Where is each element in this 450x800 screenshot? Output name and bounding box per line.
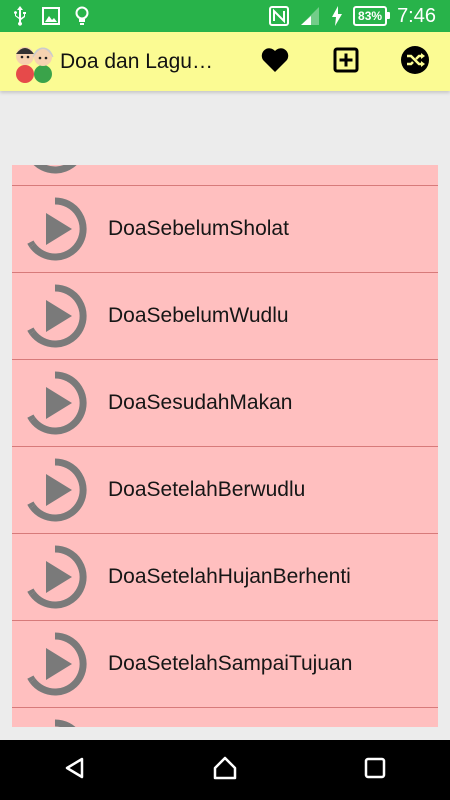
navigation-bar xyxy=(0,740,450,800)
app-title: Doa dan Lagu… xyxy=(60,49,213,73)
list-item[interactable]: DoaSesudahMakan xyxy=(12,360,438,447)
add-button[interactable] xyxy=(324,40,368,84)
app-bar: Doa dan Lagu… xyxy=(0,32,450,91)
recents-button[interactable] xyxy=(345,740,405,800)
home-button[interactable] xyxy=(195,740,255,800)
image-icon xyxy=(42,7,60,25)
status-clock: 7:46 xyxy=(397,4,436,27)
status-bar: 83% 7:46 xyxy=(0,0,450,32)
play-circle-icon xyxy=(22,544,88,610)
app-logo xyxy=(14,40,54,84)
back-icon xyxy=(63,756,87,785)
back-button[interactable] xyxy=(45,740,105,800)
favorites-button[interactable] xyxy=(253,40,297,84)
add-box-icon xyxy=(333,47,359,78)
charging-icon xyxy=(331,6,343,26)
list-item-label: DoaSesudahMakan xyxy=(108,391,293,414)
recents-icon xyxy=(364,757,386,784)
list-item[interactable] xyxy=(12,165,438,186)
list-item-label: DoaSebelumSholat xyxy=(108,217,289,240)
list-item[interactable]: DoaSebelumSholat xyxy=(12,186,438,273)
shuffle-icon xyxy=(400,45,430,80)
play-circle-icon xyxy=(22,631,88,697)
play-circle-icon xyxy=(22,370,88,436)
list-item[interactable]: DoaSetelahBerwudlu xyxy=(12,447,438,534)
notification-icons xyxy=(0,6,90,26)
play-circle-icon xyxy=(22,283,88,349)
list-item-label: DoaSebelumWudlu xyxy=(108,304,289,327)
list-item-label: DoaSetelahSampaiTujuan xyxy=(108,652,353,675)
system-icons: 83% 7:46 xyxy=(269,5,450,28)
signal-icon xyxy=(299,6,321,26)
lightbulb-icon xyxy=(74,6,90,26)
play-circle-icon xyxy=(22,165,88,175)
list-item-label: DoaSetelahHujanBerhenti xyxy=(108,565,351,588)
play-circle-icon xyxy=(22,718,88,727)
play-circle-icon xyxy=(22,196,88,262)
home-icon xyxy=(212,756,238,785)
battery-indicator: 83% xyxy=(353,6,391,26)
usb-icon xyxy=(12,6,28,26)
list-item[interactable]: DoaSetelahHujanBerhenti xyxy=(12,534,438,621)
list-item-label: DoaSetelahBerwudlu xyxy=(108,478,306,501)
play-circle-icon xyxy=(22,457,88,523)
prayer-list[interactable]: DoaSebelumSholat DoaSebelumWudlu DoaSesuda… xyxy=(12,165,438,727)
nfc-icon xyxy=(269,6,290,26)
list-item[interactable] xyxy=(12,708,438,727)
shuffle-button[interactable] xyxy=(393,40,437,84)
list-item[interactable]: DoaSetelahSampaiTujuan xyxy=(12,621,438,708)
list-item[interactable]: DoaSebelumWudlu xyxy=(12,273,438,360)
heart-icon xyxy=(261,47,289,78)
